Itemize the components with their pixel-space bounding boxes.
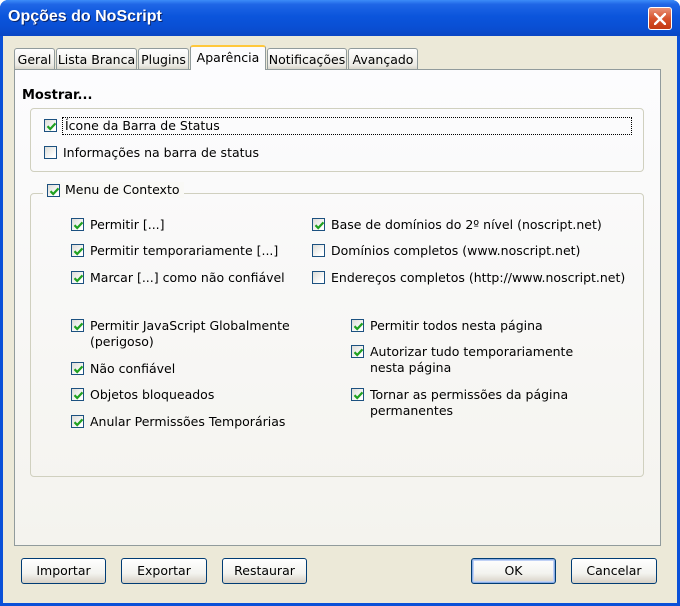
tab-label: Geral [17, 52, 52, 67]
check-icon [73, 418, 84, 427]
checkbox-box[interactable] [351, 388, 364, 401]
check-icon [314, 221, 325, 230]
checkbox-label: Ícone da Barra de Status [62, 117, 632, 135]
reset-button[interactable]: Restaurar [222, 558, 307, 584]
context-menu-label: Menu de Contexto [65, 182, 180, 197]
tab-geral[interactable]: Geral [14, 48, 55, 69]
checkbox-label: Marcar [...] como não confiável [90, 270, 285, 285]
checkbox-box[interactable] [71, 319, 84, 332]
checkbox-box[interactable] [351, 319, 364, 332]
checkbox-box[interactable] [44, 146, 57, 159]
check-icon [353, 348, 364, 357]
checkbox-box[interactable] [312, 271, 325, 284]
check-icon [73, 322, 84, 331]
checkbox-label: Base de domínios do 2º nível (noscript.n… [331, 217, 602, 232]
checkbox-objetos-bloqueados[interactable]: Objetos bloqueados [71, 387, 214, 403]
tab-notificacoes[interactable]: Notificações [267, 48, 347, 69]
checkbox-box[interactable] [71, 271, 84, 284]
checkbox-label: Objetos bloqueados [90, 387, 215, 402]
check-icon [73, 365, 84, 374]
check-icon [353, 322, 364, 331]
checkbox-permitir[interactable]: Permitir [...] [71, 217, 165, 233]
checkbox-anular-permissoes[interactable]: Anular Permissões Temporárias [71, 414, 285, 430]
checkbox-autorizar-tudo-temporariamente[interactable]: Autorizar tudo temporariamente nesta pág… [351, 344, 610, 376]
window-title: Opções do NoScript [8, 8, 162, 25]
check-icon [73, 221, 84, 230]
checkbox-icone-barra-status[interactable]: Ícone da Barra de Status [44, 117, 632, 135]
close-icon [654, 12, 666, 25]
context-menu-legend[interactable]: Menu de Contexto [43, 182, 184, 198]
checkbox-box[interactable] [71, 415, 84, 428]
checkbox-label: Permitir todos nesta página [370, 318, 543, 333]
checkbox-dominios-completos[interactable]: Domínios completos (www.noscript.net) [312, 243, 580, 259]
checkbox-box[interactable] [312, 244, 325, 257]
check-icon [73, 247, 84, 256]
tab-label: Aparência [196, 50, 260, 65]
close-button[interactable] [648, 7, 672, 30]
import-button[interactable]: Importar [21, 558, 106, 584]
checkbox-label: Permitir temporariamente [...] [90, 243, 279, 258]
check-icon [353, 391, 364, 400]
check-icon [46, 122, 57, 131]
checkbox-label: Endereços completos (http://www.noscript… [331, 270, 626, 285]
tab-label: Plugins [141, 52, 186, 67]
checkbox-label: Não confiável [90, 361, 176, 376]
tab-avancado[interactable]: Avançado [348, 48, 418, 69]
checkbox-informacoes-barra-status[interactable]: Informações na barra de status [44, 145, 259, 161]
checkbox-label: Permitir JavaScript Globalmente (perigos… [90, 318, 290, 349]
checkbox-label: Anular Permissões Temporárias [90, 414, 286, 429]
checkbox-label: Informações na barra de status [63, 145, 259, 160]
checkbox-nao-confiavel[interactable]: Não confiável [71, 361, 175, 377]
checkbox-box[interactable] [44, 119, 57, 132]
check-icon [73, 391, 84, 400]
check-icon [49, 187, 60, 196]
checkbox-box[interactable] [71, 218, 84, 231]
checkbox-label: Tornar as permissões da página permanent… [370, 387, 569, 418]
title-bar[interactable]: Opções do NoScript [0, 0, 680, 36]
checkbox-box[interactable] [351, 345, 364, 358]
tab-plugins[interactable]: Plugins [138, 48, 189, 69]
tab-label: Lista Branca [57, 52, 136, 67]
ok-button[interactable]: OK [471, 558, 556, 584]
checkbox-box[interactable] [71, 362, 84, 375]
checkbox-label: Permitir [...] [90, 217, 165, 232]
checkbox-permitir-js-globalmente[interactable]: Permitir JavaScript Globalmente (perigos… [71, 318, 290, 350]
checkbox-box[interactable] [312, 218, 325, 231]
checkbox-box[interactable] [47, 183, 60, 197]
export-button[interactable]: Exportar [121, 558, 207, 584]
tab-label: Notificações [268, 52, 346, 67]
checkbox-permitir-temporariamente[interactable]: Permitir temporariamente [...] [71, 243, 278, 259]
dialog-window: Opções do NoScript Geral Lista Branca Pl… [0, 0, 680, 606]
checkbox-tornar-permanentes[interactable]: Tornar as permissões da página permanent… [351, 387, 585, 419]
checkbox-marcar-nao-confiavel[interactable]: Marcar [...] como não confiável [71, 270, 285, 286]
section-title-mostrar: Mostrar... [22, 88, 93, 103]
checkbox-label: Domínios completos (www.noscript.net) [331, 243, 581, 258]
tab-label: Avançado [352, 52, 414, 67]
check-icon [73, 274, 84, 283]
checkbox-label: Autorizar tudo temporariamente nesta pág… [370, 344, 574, 375]
checkbox-box[interactable] [71, 244, 84, 257]
dialog-client-area: Geral Lista Branca Plugins Aparência Not… [3, 36, 677, 603]
checkbox-box[interactable] [71, 388, 84, 401]
tab-aparencia[interactable]: Aparência [190, 45, 266, 70]
checkbox-enderecos-completos[interactable]: Endereços completos (http://www.noscript… [312, 270, 625, 286]
tab-lista-branca[interactable]: Lista Branca [56, 48, 137, 69]
cancel-button[interactable]: Cancelar [571, 558, 657, 584]
checkbox-base-dominios[interactable]: Base de domínios do 2º nível (noscript.n… [312, 217, 602, 233]
checkbox-permitir-todos-pagina[interactable]: Permitir todos nesta página [351, 318, 543, 334]
